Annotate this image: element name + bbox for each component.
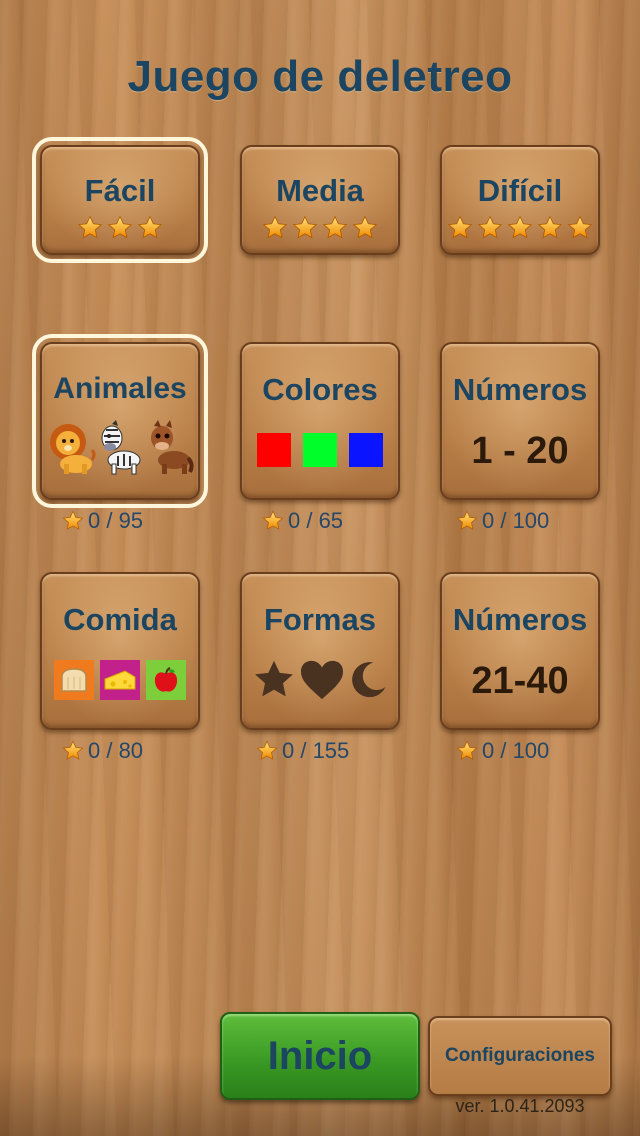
- level-label: Fácil: [84, 173, 156, 208]
- score-text: 0 / 155: [282, 738, 350, 763]
- settings-button-label: Configuraciones: [445, 1045, 595, 1066]
- score-text: 0 / 65: [288, 508, 344, 533]
- level-easy-button[interactable]: Fácil: [32, 137, 208, 263]
- star-icon: [77, 215, 103, 239]
- page-title: Juego de deletreo: [127, 52, 513, 101]
- category-label: Colores: [262, 372, 378, 407]
- heart-shape-icon: [301, 660, 343, 700]
- score-text: 0 / 100: [482, 738, 550, 763]
- category-numbers-1-20-button[interactable]: Números 1 - 20: [440, 342, 600, 500]
- star-icon: [62, 510, 84, 530]
- category-label: Animales: [53, 372, 187, 405]
- apple-icon: [146, 660, 186, 700]
- category-shapes-button[interactable]: Formas: [240, 572, 400, 730]
- blue-swatch: [349, 433, 383, 467]
- moon-shape-icon: [352, 662, 386, 698]
- category-label: Comida: [63, 602, 177, 637]
- star-icon: [447, 215, 473, 239]
- food-illustration: [42, 652, 198, 708]
- star-icon: [137, 215, 163, 239]
- star-icon: [256, 740, 278, 760]
- category-numbers-21-40-button[interactable]: Números 21-40: [440, 572, 600, 730]
- score-animals: 0 / 95: [62, 508, 143, 534]
- green-swatch: [303, 433, 337, 467]
- zebra-icon: [101, 420, 141, 475]
- score-text: 0 / 95: [88, 508, 144, 533]
- score-text: 0 / 80: [88, 738, 144, 763]
- shapes-illustration: [242, 652, 398, 708]
- level-label: Media: [276, 173, 364, 208]
- cheese-icon: [100, 660, 140, 700]
- color-swatches: [242, 422, 398, 478]
- settings-button[interactable]: Configuraciones: [428, 1016, 612, 1096]
- lion-icon: [50, 424, 96, 474]
- star-icon: [567, 215, 593, 239]
- number-range: 1 - 20: [471, 430, 569, 472]
- category-food-button[interactable]: Comida: [40, 572, 200, 730]
- star-icon: [477, 215, 503, 239]
- difficulty-stars: [442, 215, 598, 241]
- star-icon: [62, 740, 84, 760]
- star-icon: [456, 510, 478, 530]
- start-button[interactable]: Inicio: [220, 1012, 420, 1100]
- star-icon: [537, 215, 563, 239]
- level-medium-button[interactable]: Media: [240, 145, 400, 255]
- score-text: 0 / 100: [482, 508, 550, 533]
- category-animals-button[interactable]: Animales: [32, 334, 208, 508]
- number-range: 21-40: [471, 660, 569, 702]
- score-food: 0 / 80: [62, 738, 143, 764]
- category-label: Números: [452, 372, 588, 407]
- star-icon: [322, 215, 348, 239]
- star-icon: [507, 215, 533, 239]
- horse-icon: [151, 420, 194, 474]
- star-shape-icon: [255, 660, 293, 697]
- star-icon: [262, 215, 288, 239]
- difficulty-stars: [242, 215, 398, 241]
- start-button-label: Inicio: [267, 1033, 373, 1078]
- score-numbers-21-40: 0 / 100: [456, 738, 549, 764]
- star-icon: [292, 215, 318, 239]
- score-shapes: 0 / 155: [256, 738, 349, 764]
- bread-icon: [54, 660, 94, 700]
- score-numbers-1-20: 0 / 100: [456, 508, 549, 534]
- difficulty-stars: [42, 215, 198, 241]
- level-hard-button[interactable]: Difícil: [440, 145, 600, 255]
- star-icon: [352, 215, 378, 239]
- animals-illustration: [42, 420, 198, 476]
- category-label: Números: [452, 602, 588, 637]
- level-label: Difícil: [477, 173, 563, 208]
- category-label: Formas: [264, 602, 376, 637]
- star-icon: [456, 740, 478, 760]
- version-label: ver. 1.0.41.2093: [455, 1096, 585, 1116]
- star-icon: [107, 215, 133, 239]
- star-icon: [262, 510, 284, 530]
- category-colors-button[interactable]: Colores: [240, 342, 400, 500]
- red-swatch: [257, 433, 291, 467]
- score-colors: 0 / 65: [262, 508, 343, 534]
